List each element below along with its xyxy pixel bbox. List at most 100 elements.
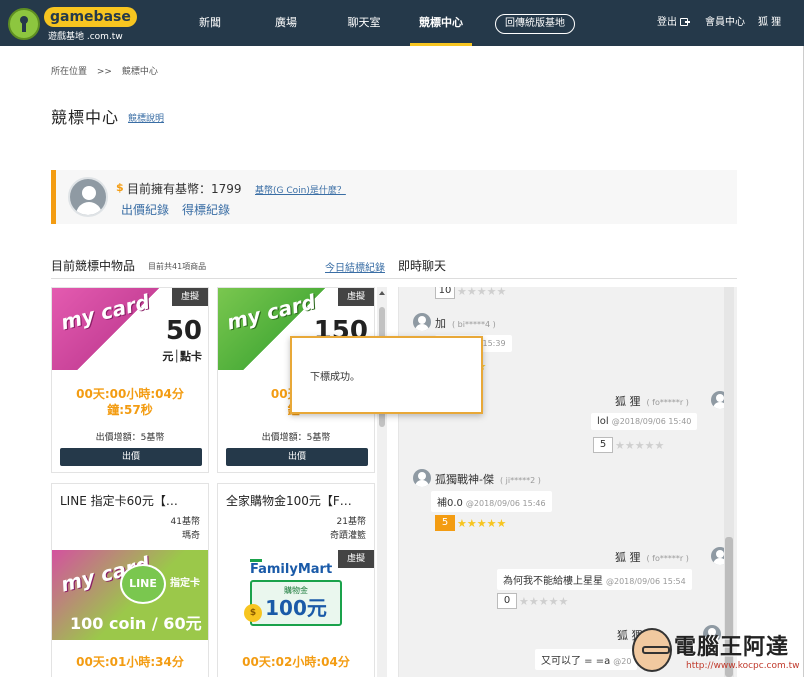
user-avatar-icon <box>68 177 108 217</box>
star-icon[interactable]: ★ <box>529 595 539 608</box>
star-icon[interactable]: ★ <box>457 287 467 298</box>
mascot-face-icon <box>632 628 672 672</box>
star-icon[interactable]: ★ <box>615 439 625 452</box>
star-icon[interactable]: ★ <box>487 287 497 298</box>
product-title[interactable]: 全家購物金100元【F… <box>226 492 352 509</box>
bid-button[interactable]: 出價 <box>60 448 202 466</box>
breadcrumb-label: 所在位置 <box>51 67 88 77</box>
bid-button[interactable]: 出價 <box>226 448 368 466</box>
product-image[interactable]: my card 50 元│點卡 虛擬 <box>52 288 208 370</box>
product-image[interactable]: my card LINE 指定卡 100 coin / 60元 <box>52 550 208 640</box>
rating-number: 10 <box>435 287 455 299</box>
product-title[interactable]: LINE 指定卡60元【… <box>60 492 178 509</box>
site-watermark: 電腦王阿達 http://www.kocpc.com.tw <box>630 628 800 674</box>
gamebase-logo[interactable]: gamebase 遊戲基地 .com.tw <box>8 6 137 42</box>
star-icon[interactable]: ★ <box>645 439 655 452</box>
today-results-link[interactable]: 今日結標紀錄 <box>325 259 385 274</box>
current-price: 21基幣 <box>336 517 366 527</box>
nav-plaza[interactable]: 廣場 <box>266 0 306 46</box>
username-link[interactable]: 狐 狸 <box>758 0 781 46</box>
rating-row[interactable]: 5 ★★★★★ <box>593 437 664 453</box>
breadcrumb-separator: >> <box>96 67 112 77</box>
product-card[interactable]: my card 50 元│點卡 虛擬 00天:00小時:04分 鐘:57秒 出價… <box>51 287 209 473</box>
chat-time: @2018/09/06 15:46 <box>465 499 546 508</box>
current-winner: 瑪奇 <box>181 531 200 541</box>
products-count: 目前共41項商品 <box>148 262 207 271</box>
line-badge: LINE <box>120 564 166 604</box>
rating-row[interactable]: 0 ★★★★★ <box>497 593 568 609</box>
chat-bubble: 補0.0 @2018/09/06 15:46 <box>431 491 552 512</box>
chat-text: 又可以了 = =a <box>541 656 611 667</box>
star-icon[interactable]: ★ <box>497 517 507 530</box>
star-icon[interactable]: ★ <box>467 287 477 298</box>
product-image[interactable]: FamilyMart 購物金 100元 $ 虛擬 <box>218 550 374 640</box>
chat-scrollbar[interactable] <box>724 287 734 677</box>
top-navigation: gamebase 遊戲基地 .com.tw 新聞 廣場 聊天室 競標中心 回傳統… <box>0 0 804 46</box>
logo-name: gamebase <box>44 7 137 27</box>
chat-section-title: 即時聊天 <box>398 259 447 273</box>
voucher-value: 100元 <box>265 596 327 620</box>
star-icon[interactable]: ★ <box>487 517 497 530</box>
star-icon[interactable]: ★ <box>497 287 507 298</box>
chat-text: 補0.0 <box>437 498 463 509</box>
chat-username[interactable]: 狐 狸 ( fo*****r ) <box>615 549 689 565</box>
star-rating[interactable]: ★★★★★ <box>457 517 506 530</box>
star-rating[interactable]: ★★★★★ <box>457 287 506 298</box>
star-icon[interactable]: ★ <box>559 595 569 608</box>
chat-username-text: 加 <box>435 317 446 330</box>
classic-version-button[interactable]: 回傳統版基地 <box>495 14 575 34</box>
voucher-note: 購物金 100元 <box>250 580 342 626</box>
star-icon[interactable]: ★ <box>539 595 549 608</box>
bid-success-dialog[interactable]: 下標成功。 <box>290 336 483 414</box>
star-icon[interactable]: ★ <box>477 517 487 530</box>
countdown-line: 鐘:57秒 <box>107 403 153 417</box>
chat-username[interactable]: 孤獨戰神-傑 ( ji*****2 ) <box>435 471 541 487</box>
product-card[interactable]: LINE 指定卡60元【… 41基幣 瑪奇 my card LINE 指定卡 1… <box>51 483 209 677</box>
logout-icon <box>680 18 690 26</box>
star-icon[interactable]: ★ <box>549 595 559 608</box>
star-icon[interactable]: ★ <box>625 439 635 452</box>
auction-help-link[interactable]: 競標說明 <box>128 111 164 124</box>
chat-username-text: 孤獨戰神-傑 <box>435 473 494 486</box>
countdown-timer: 00天:01小時:34分 <box>76 655 184 669</box>
wallet-box: $ 目前擁有基幣：1799 基幣(G Coin)是什麼？ 出價紀錄 得標紀錄 <box>51 170 737 224</box>
chat-username[interactable]: 加 ( bi*****4 ) <box>435 315 496 331</box>
keyhole-icon <box>8 8 40 40</box>
star-icon[interactable]: ★ <box>655 439 665 452</box>
star-icon[interactable]: ★ <box>467 517 477 530</box>
nav-auction-center[interactable]: 競標中心 <box>410 0 472 46</box>
card-value: 50 <box>165 316 202 346</box>
bid-increment: 出價增額：5基幣 <box>95 433 165 443</box>
win-history-link[interactable]: 得標紀錄 <box>182 201 230 218</box>
rating-number: 0 <box>497 593 517 609</box>
chat-username[interactable]: 狐 狸 ( fo*****r ) <box>615 393 689 409</box>
current-winner: 奇蹟灌籃 <box>329 531 366 541</box>
star-icon[interactable]: ★ <box>519 595 529 608</box>
star-icon[interactable]: ★ <box>477 287 487 298</box>
rating-row[interactable]: 5 ★★★★★ <box>435 515 506 531</box>
countdown-line: 00天:00小時:04分 <box>76 387 184 401</box>
breadcrumb: 所在位置 >> 競標中心 <box>51 64 158 77</box>
card-unit: 元│點卡 <box>162 350 202 363</box>
member-center-link[interactable]: 會員中心 <box>705 0 745 46</box>
scroll-up-icon[interactable] <box>379 291 385 295</box>
star-icon[interactable]: ★ <box>457 517 467 530</box>
bid-history-link[interactable]: 出價紀錄 <box>121 201 169 218</box>
product-card[interactable]: 全家購物金100元【F… 21基幣 奇蹟灌籃 FamilyMart 購物金 10… <box>217 483 375 677</box>
star-icon[interactable]: ★ <box>635 439 645 452</box>
coin-icon: $ <box>116 181 124 194</box>
chat-user-id: ( fo*****r ) <box>646 554 689 563</box>
countdown-timer: 00天:02小時:04分 <box>242 655 350 669</box>
star-rating[interactable]: ★★★★★ <box>519 595 568 608</box>
coin-help-link[interactable]: 基幣(G Coin)是什麼？ <box>255 183 346 196</box>
section-divider <box>51 278 737 279</box>
chat-bubble: 為何我不能給樓上星星 @2018/09/06 15:54 <box>497 569 692 590</box>
nav-news[interactable]: 新聞 <box>190 0 230 46</box>
rating-row[interactable]: 10 ★★★★★ <box>435 287 506 299</box>
breadcrumb-current[interactable]: 競標中心 <box>122 67 158 77</box>
nav-chatroom[interactable]: 聊天室 <box>340 0 388 46</box>
dialog-message: 下標成功。 <box>310 372 360 383</box>
star-rating[interactable]: ★★★★★ <box>615 439 664 452</box>
logout-link[interactable]: 登出 <box>657 0 690 46</box>
countdown-timer: 00天:00小時:04分 鐘:57秒 <box>52 386 208 418</box>
